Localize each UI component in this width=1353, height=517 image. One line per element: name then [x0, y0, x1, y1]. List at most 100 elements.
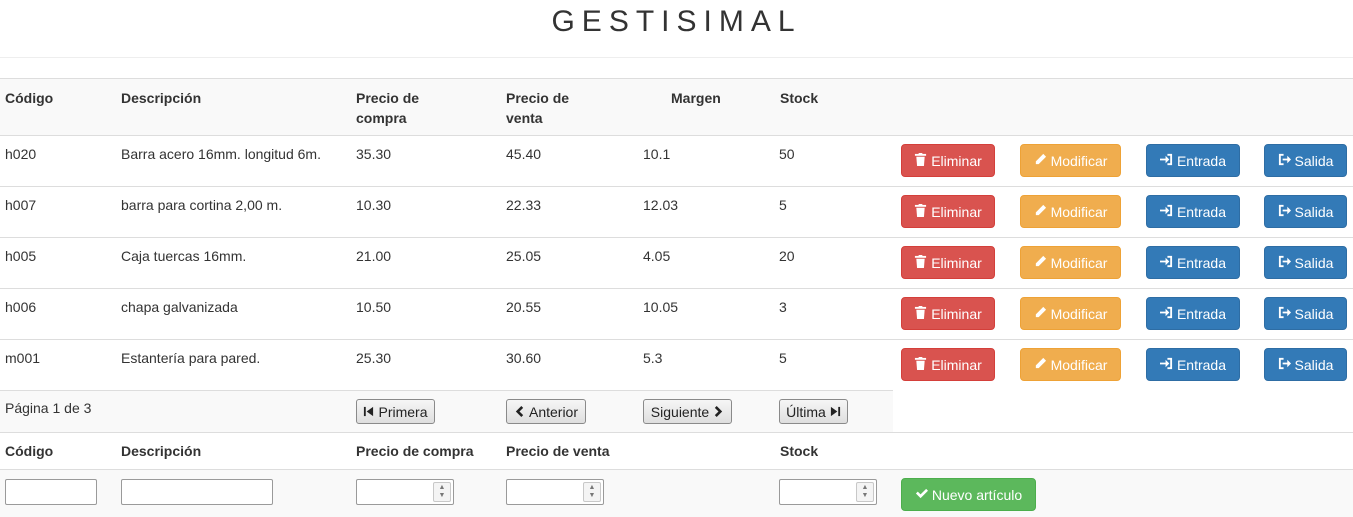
pagination-row: Página 1 de 3 Primera Anterior Siguiente…	[0, 390, 1353, 433]
cell-descripcion: Barra acero 16mm. longitud 6m.	[121, 146, 321, 162]
precio-compra-field: ▲ ▼	[356, 479, 454, 505]
cell-stock: 5	[779, 350, 787, 366]
cell-margen: 10.05	[643, 299, 679, 315]
cell-descripcion: Estantería para pared.	[121, 350, 261, 366]
eliminar-button[interactable]: Eliminar	[901, 348, 995, 381]
cell-stock: 5	[779, 197, 787, 213]
page-title: GESTISIMAL	[551, 5, 802, 38]
header-precio-compra: Precio de compra	[356, 90, 420, 126]
trash-icon	[914, 152, 927, 169]
log-out-icon	[1278, 306, 1291, 322]
cell-margen: 12.03	[643, 197, 679, 213]
cell-codigo: h006	[5, 299, 37, 315]
eliminar-button[interactable]: Eliminar	[901, 195, 995, 228]
cell-precio-compra: 21.00	[356, 248, 392, 264]
cell-codigo: m001	[5, 350, 41, 366]
eliminar-button[interactable]: Eliminar	[901, 246, 995, 279]
check-icon	[915, 487, 928, 503]
table-row: m001 Estantería para pared. 25.30 30.60 …	[0, 340, 1353, 390]
pencil-icon	[1034, 306, 1047, 322]
log-in-icon	[1159, 357, 1173, 373]
new-header-stock: Stock	[780, 443, 819, 459]
codigo-input[interactable]	[5, 479, 97, 505]
nuevo-articulo-button[interactable]: Nuevo artículo	[901, 478, 1036, 511]
precio-compra-input[interactable]	[357, 480, 431, 504]
log-in-icon	[1159, 306, 1173, 322]
entrada-button[interactable]: Entrada	[1146, 246, 1240, 279]
cell-margen: 5.3	[643, 350, 663, 366]
salida-button[interactable]: Salida	[1264, 195, 1347, 228]
eliminar-button[interactable]: Eliminar	[901, 144, 995, 177]
header-precio-venta: Precio de venta	[506, 90, 570, 126]
cell-precio-compra: 25.30	[356, 350, 392, 366]
trash-icon	[914, 305, 927, 322]
stock-stepper[interactable]: ▲ ▼	[856, 482, 874, 502]
pencil-icon	[1034, 153, 1047, 169]
chevron-right-icon	[713, 404, 724, 420]
descripcion-input[interactable]	[121, 479, 273, 505]
cell-precio-venta: 20.55	[506, 299, 542, 315]
cell-precio-compra: 10.50	[356, 299, 392, 315]
entrada-button[interactable]: Entrada	[1146, 195, 1240, 228]
stock-field: ▲ ▼	[779, 479, 877, 505]
precio-venta-stepper[interactable]: ▲ ▼	[583, 482, 601, 502]
cell-codigo: h005	[5, 248, 37, 264]
trash-icon	[914, 356, 927, 373]
entrada-button[interactable]: Entrada	[1146, 144, 1240, 177]
modificar-button[interactable]: Modificar	[1020, 246, 1121, 279]
pagination-bg	[0, 390, 893, 432]
pencil-icon	[1034, 204, 1047, 220]
next-page-button[interactable]: Siguiente	[643, 399, 732, 424]
precio-compra-stepper[interactable]: ▲ ▼	[433, 482, 451, 502]
salida-button[interactable]: Salida	[1264, 348, 1347, 381]
cell-precio-compra: 35.30	[356, 146, 392, 162]
eliminar-button[interactable]: Eliminar	[901, 297, 995, 330]
step-backward-icon	[363, 404, 374, 420]
stock-input[interactable]	[780, 480, 854, 504]
pencil-icon	[1034, 357, 1047, 373]
new-header-precio-venta: Precio de venta	[506, 443, 610, 459]
table-row: h005 Caja tuercas 16mm. 21.00 25.05 4.05…	[0, 238, 1353, 289]
new-header-precio-compra: Precio de compra	[356, 443, 474, 459]
table-row: h006 chapa galvanizada 10.50 20.55 10.05…	[0, 289, 1353, 340]
modificar-button[interactable]: Modificar	[1020, 348, 1121, 381]
chevron-left-icon	[514, 404, 525, 420]
entrada-button[interactable]: Entrada	[1146, 348, 1240, 381]
first-page-button[interactable]: Primera	[356, 399, 435, 424]
modificar-button[interactable]: Modificar	[1020, 144, 1121, 177]
new-form-header-row: Código Descripción Precio de compra Prec…	[0, 433, 1353, 470]
log-out-icon	[1278, 255, 1291, 271]
log-out-icon	[1278, 153, 1291, 169]
new-form-input-row: ▲ ▼ ▲ ▼ ▲ ▼ Nuevo artículo	[0, 470, 1353, 517]
header-margen: Margen	[671, 90, 721, 106]
cell-precio-venta: 22.33	[506, 197, 542, 213]
cell-descripcion: barra para cortina 2,00 m.	[121, 197, 283, 213]
new-header-codigo: Código	[5, 443, 54, 459]
precio-venta-input[interactable]	[507, 480, 581, 504]
table-row: h007 barra para cortina 2,00 m. 10.30 22…	[0, 187, 1353, 238]
cell-precio-compra: 10.30	[356, 197, 392, 213]
salida-button[interactable]: Salida	[1264, 246, 1347, 279]
modificar-button[interactable]: Modificar	[1020, 195, 1121, 228]
salida-button[interactable]: Salida	[1264, 297, 1347, 330]
entrada-button[interactable]: Entrada	[1146, 297, 1240, 330]
cell-descripcion: Caja tuercas 16mm.	[121, 248, 247, 264]
cell-stock: 50	[779, 146, 795, 162]
salida-button[interactable]: Salida	[1264, 144, 1347, 177]
modificar-button[interactable]: Modificar	[1020, 297, 1121, 330]
cell-precio-venta: 30.60	[506, 350, 542, 366]
page-info: Página 1 de 3	[5, 400, 92, 416]
cell-stock: 20	[779, 248, 795, 264]
pencil-icon	[1034, 255, 1047, 271]
prev-page-button[interactable]: Anterior	[506, 399, 586, 424]
cell-codigo: h020	[5, 146, 37, 162]
cell-precio-venta: 45.40	[506, 146, 542, 162]
new-header-descripcion: Descripción	[121, 443, 202, 459]
log-out-icon	[1278, 357, 1291, 373]
precio-venta-field: ▲ ▼	[506, 479, 604, 505]
last-page-button[interactable]: Última	[779, 399, 848, 424]
title-divider	[0, 57, 1353, 58]
cell-margen: 4.05	[643, 248, 671, 264]
cell-descripcion: chapa galvanizada	[121, 299, 238, 315]
cell-stock: 3	[779, 299, 787, 315]
